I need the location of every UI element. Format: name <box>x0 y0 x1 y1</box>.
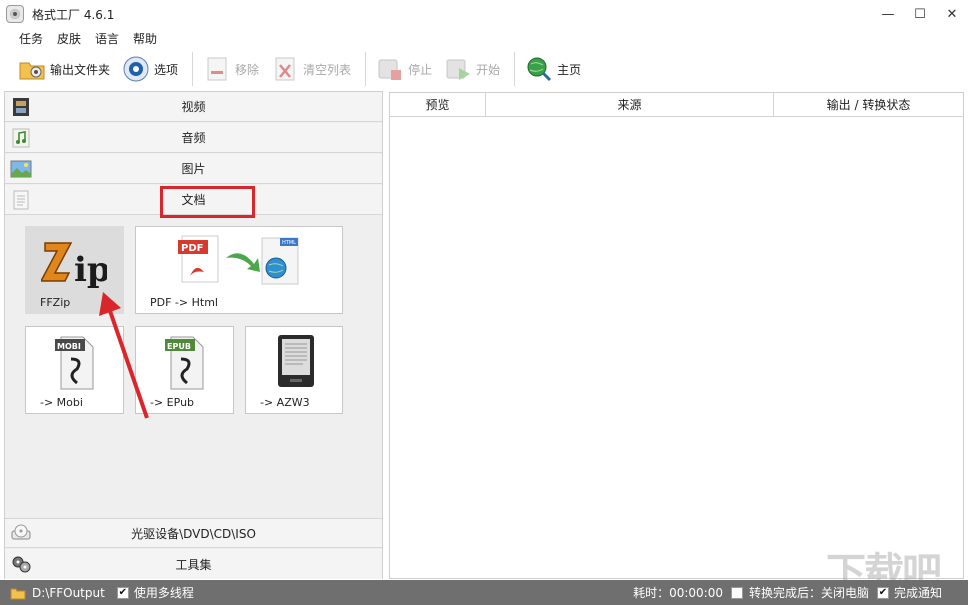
after-done-checkbox[interactable] <box>730 586 743 599</box>
minimize-button[interactable]: — <box>872 0 904 28</box>
options-button[interactable]: 选项 <box>118 51 182 87</box>
output-path[interactable]: D:\FFOutput <box>32 586 105 600</box>
output-folder-button[interactable]: 输出文件夹 <box>14 51 114 87</box>
multithread-label: 使用多线程 <box>133 586 194 600</box>
menu-task[interactable]: 任务 <box>19 30 43 47</box>
tile-pdf-to-html[interactable]: PDF HTML PDF -> Html <box>135 226 343 314</box>
title-bar: 格式工厂 4.6.1 — ☐ ✕ <box>0 0 968 28</box>
category-tools[interactable]: 工具集 <box>5 549 382 579</box>
options-gear-icon <box>123 56 149 82</box>
task-list-panel: 预览 来源 输出 / 转换状态 <box>389 92 964 579</box>
ereader-icon <box>278 335 314 387</box>
stop-icon <box>378 59 402 80</box>
category-optical[interactable]: 光驱设备\DVD\CD\ISO <box>5 518 382 548</box>
app-icon <box>6 5 24 23</box>
svg-text:ip: ip <box>74 250 107 290</box>
remove-icon <box>207 57 227 81</box>
column-source[interactable]: 来源 <box>486 93 774 117</box>
remove-button[interactable]: 移除 <box>199 51 263 87</box>
column-output-status[interactable]: 输出 / 转换状态 <box>774 93 963 117</box>
toolbar: 输出文件夹 选项 移除 清空列表 停止 开始 主页 <box>0 48 968 90</box>
start-button[interactable]: 开始 <box>440 51 504 87</box>
toolbar-separator <box>192 52 194 86</box>
start-icon <box>446 59 471 80</box>
notify-label: 完成通知 <box>893 586 942 600</box>
toolbar-separator <box>365 52 367 86</box>
clear-list-button[interactable]: 清空列表 <box>267 51 355 87</box>
picture-icon <box>10 160 32 178</box>
home-button[interactable]: 主页 <box>521 51 585 87</box>
tile-to-azw3[interactable]: -> AZW3 <box>245 326 343 414</box>
svg-text:PDF: PDF <box>181 243 203 254</box>
menu-language[interactable]: 语言 <box>95 30 119 47</box>
multithread-checkbox[interactable]: ✔ <box>116 586 129 599</box>
clear-list-icon <box>275 57 295 81</box>
film-icon <box>13 98 29 116</box>
category-panel: 视频 音频 图片 文档 ip FFZip PDF HTML PDF -> Htm… <box>4 91 383 579</box>
highlight-frame <box>160 186 255 218</box>
maximize-button[interactable]: ☐ <box>904 0 936 28</box>
menu-bar: 任务 皮肤 语言 帮助 <box>0 28 968 48</box>
svg-text:HTML: HTML <box>282 240 296 246</box>
music-note-icon <box>12 128 30 148</box>
column-preview[interactable]: 预览 <box>390 93 486 117</box>
window-title: 格式工厂 4.6.1 <box>32 7 115 22</box>
svg-text:MOBI: MOBI <box>57 342 81 351</box>
menu-skin[interactable]: 皮肤 <box>57 30 81 47</box>
annotation-arrow <box>99 292 149 419</box>
epub-file-icon: EPUB <box>165 336 204 390</box>
toolbox-icon <box>12 556 31 573</box>
folder-icon[interactable] <box>10 586 26 600</box>
document-icon <box>13 190 29 210</box>
category-video[interactable]: 视频 <box>5 92 382 122</box>
notify-checkbox[interactable]: ✔ <box>876 586 889 599</box>
svg-text:EPUB: EPUB <box>167 342 191 351</box>
toolbar-separator <box>514 52 516 86</box>
status-bar: D:\FFOutput ✔ 使用多线程 耗时：00:00:00 转换完成后：关闭… <box>0 580 968 605</box>
mobi-file-icon: MOBI <box>55 336 94 390</box>
elapsed-time: 耗时：00:00:00 <box>633 586 723 600</box>
document-tools-grid: ip FFZip PDF HTML PDF -> Html MOBI -> Mo… <box>5 216 382 518</box>
folder-icon <box>19 62 45 80</box>
ffzip-logo-icon: ip <box>41 242 107 290</box>
close-button[interactable]: ✕ <box>936 0 968 28</box>
optical-drive-icon <box>11 524 31 540</box>
menu-help[interactable]: 帮助 <box>133 30 157 47</box>
stop-button[interactable]: 停止 <box>372 51 436 87</box>
home-globe-icon <box>527 57 552 82</box>
pdf-to-html-icon: PDF HTML <box>178 235 299 285</box>
category-image[interactable]: 图片 <box>5 154 382 184</box>
category-audio[interactable]: 音频 <box>5 123 382 153</box>
after-done-label: 转换完成后：关闭电脑 <box>748 586 869 600</box>
